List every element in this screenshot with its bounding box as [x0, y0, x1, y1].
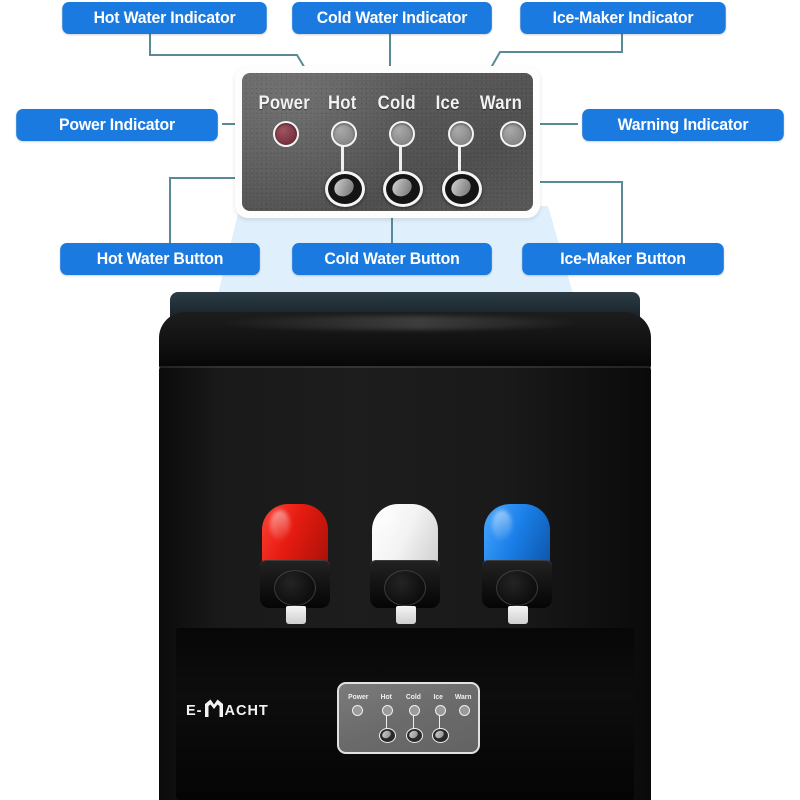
- callout-ice-maker-button[interactable]: Ice-Maker Button: [522, 243, 724, 275]
- callout-hot-water-indicator[interactable]: Hot Water Indicator: [62, 2, 267, 34]
- panel-label-hot: Hot: [327, 93, 357, 114]
- warning-indicator-led: [500, 121, 526, 147]
- ice-maker-button[interactable]: [442, 171, 482, 207]
- callout-ice-maker-indicator[interactable]: Ice-Maker Indicator: [520, 2, 726, 34]
- control-panel-face[interactable]: Power Hot Cold Ice Warn: [242, 73, 533, 211]
- callout-warning-indicator[interactable]: Warning Indicator: [582, 109, 784, 141]
- magnified-control-panel: Power Hot Cold Ice Warn: [235, 66, 540, 218]
- panel-label-cold: Cold: [377, 93, 416, 114]
- hot-water-button[interactable]: [325, 171, 365, 207]
- callout-cold-water-button[interactable]: Cold Water Button: [292, 243, 492, 275]
- hot-indicator-led: [331, 121, 357, 147]
- ice-indicator-led: [448, 121, 474, 147]
- callout-power-indicator[interactable]: Power Indicator: [16, 109, 218, 141]
- cold-indicator-led: [389, 121, 415, 147]
- panel-label-warn: Warn: [479, 93, 523, 114]
- callout-hot-water-button[interactable]: Hot Water Button: [60, 243, 260, 275]
- cold-water-button[interactable]: [383, 171, 423, 207]
- callout-cold-water-indicator[interactable]: Cold Water Indicator: [292, 2, 492, 34]
- infographic-canvas: E- ACHT Power Hot Cold Ice Warn Power Ho…: [0, 0, 800, 800]
- panel-label-ice: Ice: [435, 93, 460, 114]
- panel-label-power: Power: [258, 93, 311, 114]
- power-indicator-led: [273, 121, 299, 147]
